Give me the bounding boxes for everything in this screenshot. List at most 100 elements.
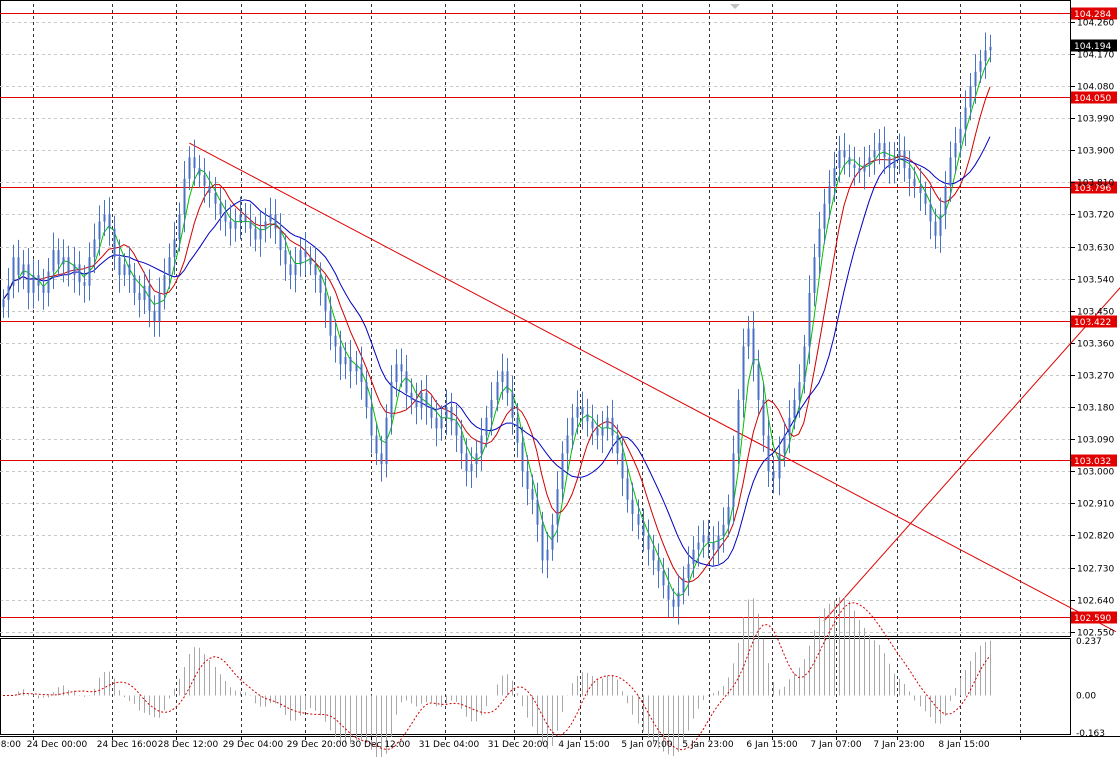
candle-body [244,214,247,222]
candle-body [475,453,478,465]
chart-window: 104.284104.050103.796103.422103.032102.5… [0,0,1120,761]
indicator-panel: 0.237 0.00 -0.163 [3,597,1105,761]
x-tick-label: 29 Dec 04:00 [223,740,284,750]
candle-body [848,157,851,165]
candle-body [224,214,227,222]
candle-body [516,417,519,443]
candle-body [355,364,358,372]
candle-body [153,310,156,322]
candle-body [541,524,544,561]
candle-body [813,257,816,293]
y-tick-label: 103.270 [1077,372,1114,382]
candle-body [843,150,846,158]
candle-body [591,421,594,429]
candle-body [536,499,539,525]
level-price-label: 103.422 [1074,318,1111,328]
candle-body [108,214,111,229]
candle-body [173,239,176,258]
candle-body [113,228,116,258]
candle-body [506,371,509,393]
candle-body [395,364,398,383]
y-tick-label: 104.260 [1077,19,1114,29]
candle-body [788,417,791,436]
candle-body [375,435,378,454]
candle-body [883,143,886,158]
y-tick-label: 103.360 [1077,340,1114,350]
candle-body [893,157,896,169]
indicator-tick-label: 0.00 [1076,692,1096,702]
candle-body [702,535,705,543]
candle-body [214,193,217,204]
candle-body [7,285,10,301]
candle-body [188,157,191,179]
candle-body [989,46,992,51]
candle-body [868,157,871,165]
candle-body [12,257,15,286]
ma-fast-line [2,57,991,597]
candle-body [239,214,242,222]
candle-body [903,150,906,169]
y-tick-label: 103.990 [1077,115,1114,125]
candle-body [410,392,413,400]
candle-body [556,489,559,525]
y-tick-label: 103.630 [1077,244,1114,254]
candle-body [27,264,30,293]
candle-body [647,535,650,550]
candle-body [229,221,232,229]
candle-body [929,203,932,222]
candle-body [526,471,529,490]
level-price-label: 104.050 [1074,94,1111,104]
candle-body [309,257,312,265]
y-tick-label: 103.540 [1077,276,1114,286]
candle-body [405,371,408,393]
candle-body [631,499,634,515]
candle-body [672,599,675,607]
candle-body [808,292,811,347]
candle-body [299,250,302,265]
candle-body [878,143,881,151]
candle-body [742,346,745,400]
grid [0,0,1120,737]
candle-body [380,453,383,465]
candle-body [329,310,332,336]
indicator-frame [0,638,1071,735]
candle-body [596,428,599,436]
candle-body [88,257,91,286]
candle-body [450,407,453,422]
candle-body [178,214,181,240]
candle-body [737,399,740,454]
candle-body [687,563,690,579]
y-tick-label: 102.640 [1077,597,1114,607]
y-tick-label: 103.720 [1077,211,1114,221]
signal-line [3,602,991,751]
candle-body [939,214,942,236]
candle-body [460,435,463,454]
candle-body [657,560,660,572]
candle-body [198,168,201,176]
candle-body [501,371,504,383]
candle-body [601,428,604,436]
y-tick-label: 102.550 [1077,629,1114,639]
candle-body [370,407,373,436]
candle-body [314,264,317,276]
candle-body [626,478,629,500]
candle-body [324,292,327,311]
candle-body [727,506,730,525]
candle-body [621,453,624,479]
candle-body [662,571,665,586]
candle-body [707,535,710,543]
candle-body [531,489,534,500]
candle-body [57,250,60,265]
x-tick-label: 31 Dec 20:00 [488,740,549,750]
candle-body [455,421,458,436]
candle-body [606,417,609,429]
candle-body [521,442,524,472]
candle-body [193,157,196,169]
candle-body [435,417,438,429]
candle-body [838,150,841,169]
candle-body [234,221,237,229]
candle-body [62,257,65,265]
candle-body [17,257,20,276]
candle-body [67,257,70,276]
candle-body [772,471,775,479]
